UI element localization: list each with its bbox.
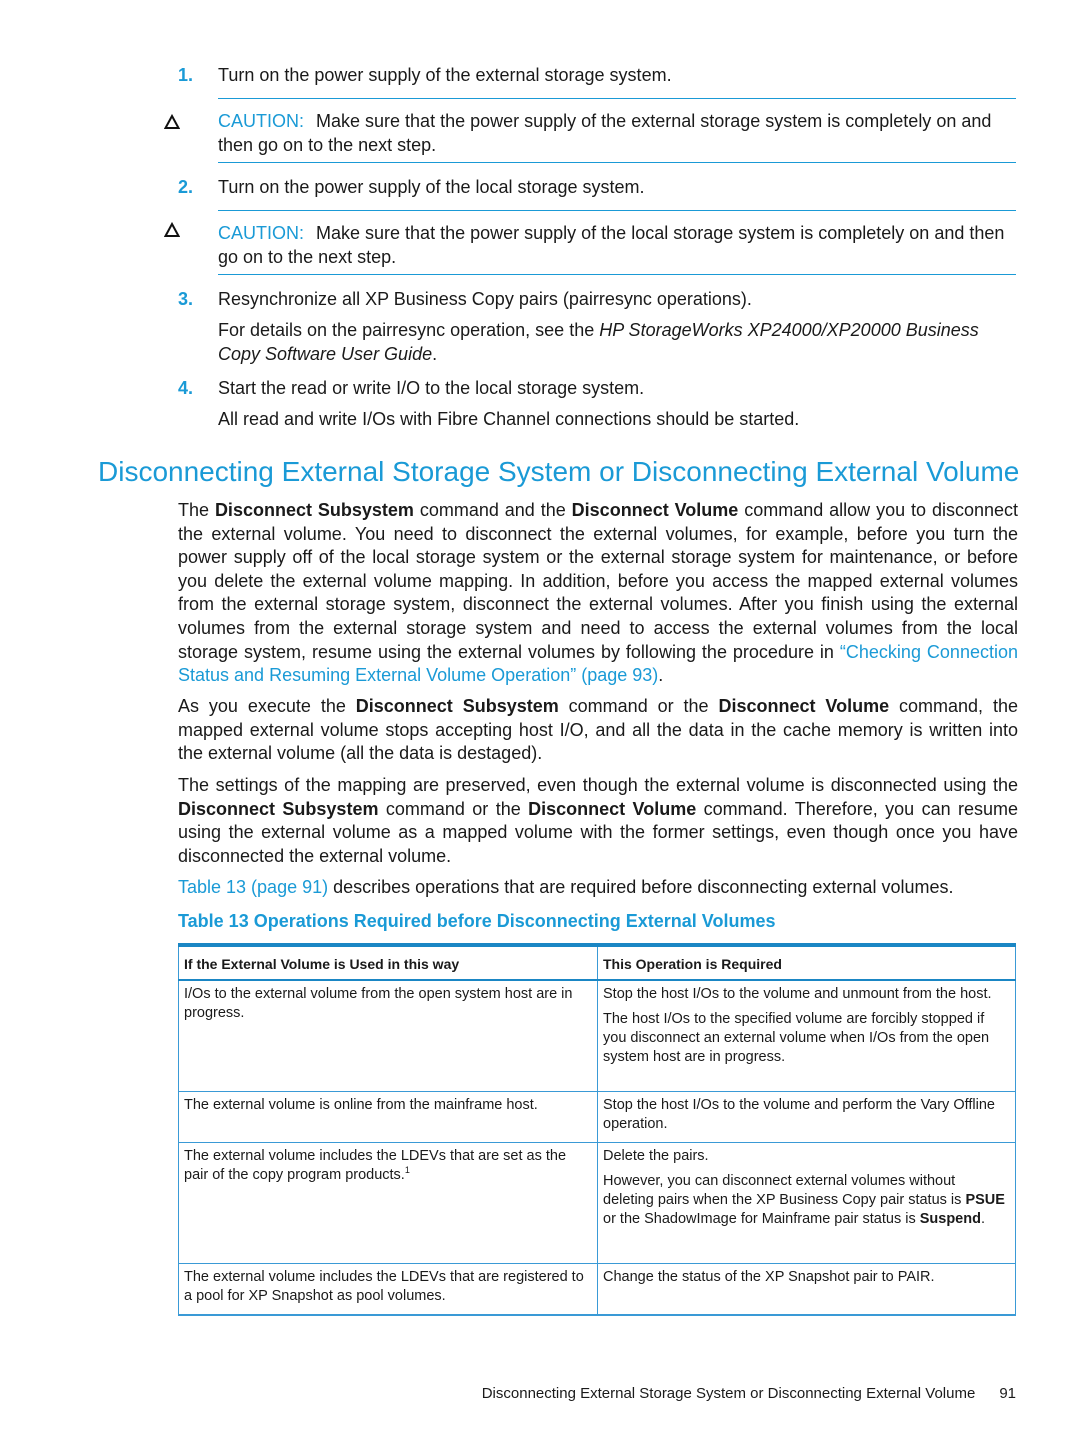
operation-cell: Stop the host I/Os to the volume and unm… [597,980,1016,1092]
text: command or the [558,696,719,716]
column-header: If the External Volume is Used in this w… [178,943,598,981]
text: As you execute the [178,696,356,716]
step-text: Turn on the power supply of the local st… [218,177,645,197]
text: . [980,1211,985,1227]
condition-cell: I/Os to the external volume from the ope… [178,980,598,1092]
step-number: 1. [178,65,194,85]
column-header: This Operation is Required [597,943,1016,981]
operation-cell: Delete the pairs. However, you can disco… [597,1142,1016,1264]
text: or the ShadowImage for Mainframe pair st… [603,1211,920,1227]
text: command allow you to disconnect the exte… [178,500,1019,662]
step-text: Start the read or write I/O to the local… [218,378,645,398]
step-4-detail: All read and write I/Os with Fibre Chann… [218,409,800,429]
step-number: 4. [178,378,194,398]
table-row: The external volume includes the LDEVs t… [178,1142,1016,1264]
condition-text: The external volume includes the LDEVs t… [184,1148,567,1183]
caution-1: CAUTION: Make sure that the power supply … [218,109,1018,157]
footnote-marker[interactable]: 1 [405,1165,410,1175]
text: command or the [378,798,529,819]
step-3-detail: For details on the pairresync operation,… [218,318,1018,366]
caution-label: CAUTION: [218,223,305,243]
operation-cell: Stop the host I/Os to the volume and per… [597,1091,1016,1143]
operations-table: If the External Volume is Used in this w… [178,943,1016,1316]
operation-text: Delete the pairs. [603,1148,709,1164]
operation-note: The host I/Os to the specified volume ar… [603,1011,990,1065]
caution-triangle-icon [164,114,180,129]
section-title: Disconnecting External Storage System or… [98,456,1020,487]
command-name: Disconnect Volume [528,798,697,819]
caution-rule-top [218,98,1016,99]
paragraph-1: The Disconnect Subsystem command and the… [178,499,1018,688]
paragraph-2: As you execute the Disconnect Subsystem … [178,695,1018,766]
text: describes operations that are required b… [328,877,954,897]
footer-title: Disconnecting External Storage System or… [481,1385,976,1402]
condition-cell: The external volume includes the LDEVs t… [178,1142,598,1264]
operation-text: Stop the host I/Os to the volume and unm… [603,986,992,1002]
table-row: I/Os to the external volume from the ope… [178,980,1016,1092]
step-text: Turn on the power supply of the external… [218,65,672,85]
table-row: The external volume is online from the m… [178,1091,1016,1143]
command-name: Disconnect Volume [571,500,739,520]
caution-rule-bottom [218,274,1016,275]
command-name: Disconnect Subsystem [355,696,559,716]
text: command and the [413,500,572,520]
operation-cell: Change the status of the XP Snapshot pai… [597,1263,1016,1316]
text: . [658,665,664,686]
caution-2: CAUTION: Make sure that the power supply … [218,221,1018,269]
step-number: 2. [178,177,194,197]
status-value: Suspend [919,1211,981,1227]
paragraph-3: The settings of the mapping are preserve… [178,774,1018,868]
command-name: Disconnect Subsystem [214,500,414,520]
text: The settings of the mapping are preserve… [178,775,1018,795]
caution-label: CAUTION: [218,111,305,131]
caution-text: Make sure that the power supply of the l… [218,223,1005,267]
text: However, you can disconnect external vol… [603,1173,966,1208]
table-row: The external volume includes the LDEVs t… [178,1263,1016,1316]
caution-rule-bottom [218,162,1016,163]
status-value: PSUE [965,1192,1005,1208]
condition-cell: The external volume includes the LDEVs t… [178,1263,598,1316]
table-caption: Table 13 Operations Required before Disc… [178,911,776,931]
paragraph-4: Table 13 (page 91) describes operations … [178,876,1018,900]
page-footer: Disconnecting External Storage System or… [482,1384,1016,1404]
caution-rule-top [218,210,1016,211]
text: The [178,500,215,520]
command-name: Disconnect Subsystem [178,798,379,819]
caution-triangle-icon [164,222,180,237]
operation-note: However, you can disconnect external vol… [603,1172,1009,1229]
command-name: Disconnect Volume [718,696,890,716]
page-number: 91 [999,1385,1016,1402]
step-text: Resynchronize all XP Business Copy pairs… [218,289,752,309]
detail-text: For details on the pairresync operation,… [218,320,600,340]
operation-text: Stop the host I/Os to the volume and per… [603,1097,995,1132]
table-header-row: If the External Volume is Used in this w… [178,943,1016,981]
detail-text: . [432,344,438,364]
table-reference-link[interactable]: Table 13 (page 91) [178,877,328,897]
step-number: 3. [178,289,194,309]
operation-text: Change the status of the XP Snapshot pai… [603,1269,935,1285]
caution-text: Make sure that the power supply of the e… [218,111,992,155]
condition-cell: The external volume is online from the m… [178,1091,598,1143]
